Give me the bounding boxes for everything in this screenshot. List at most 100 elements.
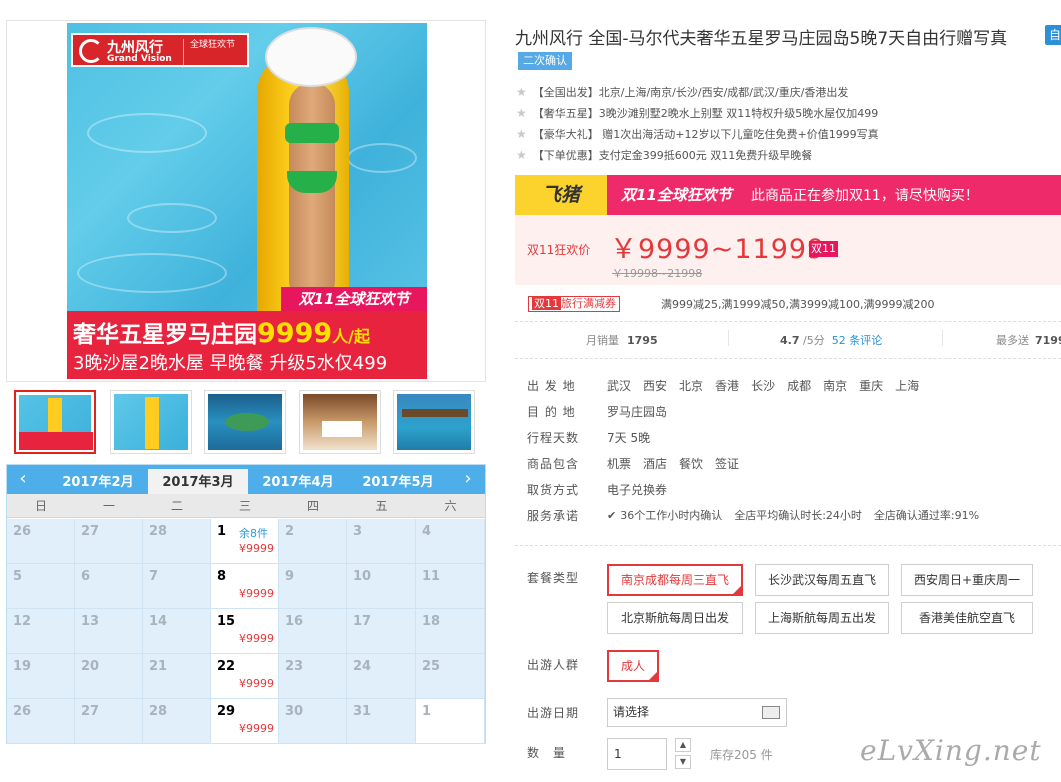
depart-label: 出 发 地 <box>527 379 576 393</box>
thumbnail-3[interactable] <box>204 390 286 454</box>
package-option-3[interactable]: 西安周日+重庆周一 <box>901 564 1033 596</box>
calendar-day: 16 <box>279 609 347 654</box>
calendar-day: 26 <box>7 519 75 564</box>
thumbnail-4[interactable] <box>299 390 381 454</box>
day-number: 8 <box>217 569 227 584</box>
calendar-day-available[interactable]: 29 ¥9999 <box>211 699 279 744</box>
main-product-image[interactable]: 九州风行 Grand Vision 全球狂欢节 双11全球狂欢节 奢华五星罗马庄… <box>67 23 427 379</box>
title-badge: 自 <box>1045 25 1061 45</box>
travel-date-input[interactable]: 请选择 <box>607 698 787 727</box>
package-option-5[interactable]: 上海斯航每周五出发 <box>755 602 889 634</box>
day-number: 16 <box>285 614 304 629</box>
departure-calendar: ‹ 2017年2月 2017年3月 2017年4月 2017年5月 › 日 一 二 三… <box>6 464 486 744</box>
brand-logo: 九州风行 Grand Vision 全球狂欢节 <box>71 33 249 67</box>
package-label: 套餐类型 <box>527 571 580 585</box>
qty-up-icon[interactable]: ▲ <box>675 738 691 752</box>
day-price: ¥9999 <box>239 632 274 645</box>
day-number: 17 <box>353 614 372 629</box>
include-item: 餐饮 <box>679 457 704 471</box>
day-number: 10 <box>353 569 372 584</box>
day-number: 2 <box>285 524 295 539</box>
next-month-icon[interactable]: › <box>458 469 478 489</box>
depart-city: 长沙 <box>751 379 776 393</box>
calendar-header: ‹ 2017年2月 2017年3月 2017年4月 2017年5月 › <box>7 465 485 494</box>
gift-points: 最多送7199 <box>996 334 1061 347</box>
day-number: 21 <box>149 659 168 674</box>
day-number: 20 <box>81 659 100 674</box>
day-number: 14 <box>149 614 168 629</box>
calendar-day: 3 <box>347 519 416 564</box>
tab-month-3[interactable]: 2017年4月 <box>248 469 348 494</box>
calendar-day: 19 <box>7 654 75 699</box>
original-price: ￥19998~21998 <box>612 267 703 280</box>
depart-cities: 武汉 西安 北京 香港 长沙 成都 南京 重庆 上海 <box>607 377 931 394</box>
package-option-1[interactable]: 南京成都每周三直飞 <box>607 564 743 596</box>
day-number: 15 <box>217 614 236 629</box>
day-number: 25 <box>422 659 441 674</box>
dest-label: 目 的 地 <box>527 405 576 419</box>
includes-label: 商品包含 <box>527 457 580 471</box>
weekday-label: 一 <box>102 499 115 513</box>
thumbnail-2[interactable] <box>110 390 192 454</box>
weekday-header: 日一二三四五六 <box>7 494 485 518</box>
depart-city: 西安 <box>643 379 668 393</box>
days-label: 行程天数 <box>527 431 580 445</box>
day-price: ¥9999 <box>239 677 274 690</box>
package-option-2[interactable]: 长沙武汉每周五直飞 <box>755 564 889 596</box>
include-item: 签证 <box>715 457 740 471</box>
depart-city: 北京 <box>679 379 704 393</box>
day-number: 22 <box>217 659 236 674</box>
package-option-4[interactable]: 北京斯航每周日出发 <box>607 602 743 634</box>
day-number: 1 <box>422 704 432 719</box>
prev-month-icon[interactable]: ‹ <box>13 469 33 489</box>
calendar-day: 26 <box>7 699 75 744</box>
price-box: 双11狂欢价 ￥9999~11999 双11 ￥19998~21998 <box>515 215 1061 285</box>
day-number: 13 <box>81 614 100 629</box>
calendar-day-available[interactable]: 15 ¥9999 <box>211 609 279 654</box>
day-number: 28 <box>149 524 168 539</box>
price-label: 双11狂欢价 <box>527 243 591 257</box>
calendar-day: 7 <box>143 564 211 609</box>
qty-down-icon[interactable]: ▼ <box>675 755 691 769</box>
tab-month-1[interactable]: 2017年2月 <box>48 469 148 494</box>
package-option-6[interactable]: 香港美佳航空直飞 <box>901 602 1033 634</box>
thumbnail-5[interactable] <box>393 390 475 454</box>
tab-month-2[interactable]: 2017年3月 <box>148 469 248 494</box>
check-circle-icon: ✔ <box>607 509 617 522</box>
double11-banner: 飞猪 双11全球狂欢节 此商品正在参加双11，请尽快购买！ <box>515 175 1061 215</box>
calendar-day: 2 <box>279 519 347 564</box>
day-number: 11 <box>422 569 441 584</box>
people-option-adult[interactable]: 成人 <box>607 650 659 682</box>
calendar-day: 31 <box>347 699 416 744</box>
weekday-label: 三 <box>238 499 251 513</box>
calendar-day: 21 <box>143 654 211 699</box>
quantity-input[interactable]: 1 <box>607 738 667 770</box>
dest-value: 罗马庄园岛 <box>607 405 668 419</box>
thumbnail-1[interactable] <box>14 390 96 454</box>
calendar-day-available[interactable]: 22 ¥9999 <box>211 654 279 699</box>
double11-tag: 双11 <box>809 241 838 257</box>
day-number: 18 <box>422 614 441 629</box>
sun-hat <box>265 27 357 87</box>
calendar-day: 30 <box>279 699 347 744</box>
stock-text: 库存205 件 <box>710 748 773 762</box>
calendar-day-available[interactable]: 8 ¥9999 <box>211 564 279 609</box>
weekday-label: 六 <box>444 499 457 513</box>
qty-label: 数 量 <box>527 746 567 760</box>
feature-item: ★ 【全国出发】北京/上海/南京/长沙/西安/成都/武汉/重庆/香港出发 <box>516 85 849 99</box>
calendar-day: 23 <box>279 654 347 699</box>
day-number: 30 <box>285 704 304 719</box>
star-icon: ★ <box>516 127 527 141</box>
depart-city: 成都 <box>787 379 812 393</box>
calendar-icon[interactable] <box>762 706 780 719</box>
day-number: 6 <box>81 569 91 584</box>
monthly-sales: 月销量 1795 <box>586 334 658 347</box>
tab-month-4[interactable]: 2017年5月 <box>348 469 448 494</box>
reviews-link[interactable]: 52 条评论 <box>832 334 883 347</box>
calendar-day: 13 <box>75 609 143 654</box>
calendar-day-available[interactable]: 1 余8件 ¥9999 <box>211 519 279 564</box>
day-price: ¥9999 <box>239 587 274 600</box>
includes-value: 机票 酒店 餐饮 签证 <box>607 455 751 472</box>
festival-badge: 双11全球狂欢节 <box>281 287 427 311</box>
coupon-tag[interactable]: 双11 旅行满减券 <box>528 296 620 312</box>
